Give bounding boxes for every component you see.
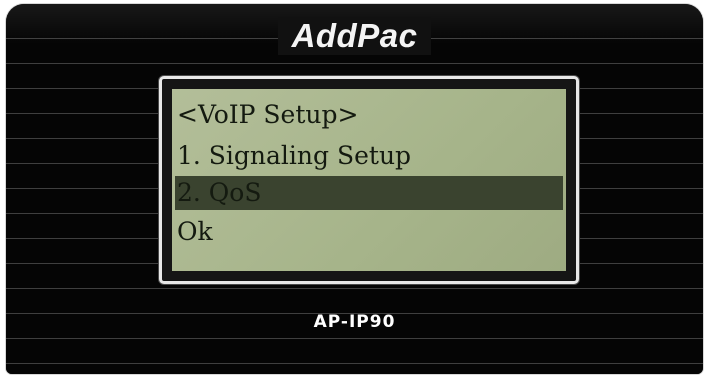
lcd-menu-item-signaling-setup[interactable]: 1. Signaling Setup — [175, 139, 563, 173]
lcd-bezel: <VoIP Setup> 1. Signaling Setup 2. QoS O… — [159, 76, 579, 284]
lcd-screen: <VoIP Setup> 1. Signaling Setup 2. QoS O… — [172, 89, 566, 271]
lcd-menu-item-ok[interactable]: Ok — [175, 215, 563, 249]
brand-area: AddPac — [6, 14, 703, 58]
brand-logo: AddPac — [291, 17, 418, 54]
brand-backdrop: AddPac — [277, 17, 432, 55]
lcd-menu-title: <VoIP Setup> — [177, 100, 359, 129]
model-label: AP-IP90 — [313, 312, 396, 332]
lcd-menu-item-qos-selected[interactable]: 2. QoS — [175, 176, 563, 210]
device-body: AddPac <VoIP Setup> 1. Signaling Setup 2… — [6, 4, 703, 374]
